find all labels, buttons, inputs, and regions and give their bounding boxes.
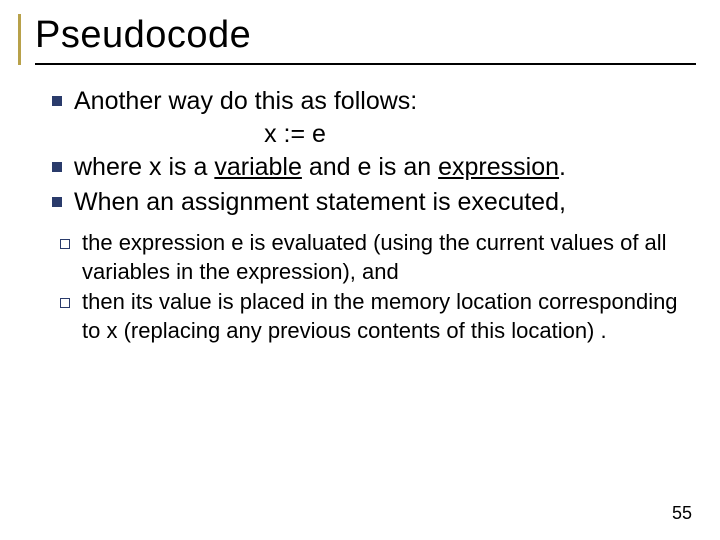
assignment-formula: x := e bbox=[24, 120, 696, 149]
text: . bbox=[559, 153, 566, 181]
bullet-item: Another way do this as follows: bbox=[52, 85, 696, 118]
bullet-item: When an assignment statement is executed… bbox=[52, 186, 696, 219]
variable-x: x bbox=[149, 153, 162, 181]
sub-bullet-item: then its value is placed in the memory l… bbox=[60, 288, 696, 345]
text: is a bbox=[162, 153, 215, 181]
sub-bullet-item: the expression e is evaluated (using the… bbox=[60, 229, 696, 286]
variable-e: e bbox=[358, 153, 372, 181]
bullet-list: Another way do this as follows: bbox=[24, 85, 696, 118]
text: and bbox=[302, 153, 358, 181]
bullet-list: where x is a variable and e is an expres… bbox=[24, 151, 696, 219]
underline-variable: variable bbox=[214, 153, 302, 181]
title-accent: Pseudocode bbox=[18, 14, 696, 65]
underline-expression: expression bbox=[438, 153, 559, 181]
text: is an bbox=[371, 153, 438, 181]
page-number: 55 bbox=[672, 503, 692, 524]
bullet-item: where x is a variable and e is an expres… bbox=[52, 151, 696, 184]
text: where bbox=[74, 153, 149, 181]
sub-bullet-list: the expression e is evaluated (using the… bbox=[24, 229, 696, 345]
slide-title: Pseudocode bbox=[35, 14, 696, 65]
slide: Pseudocode Another way do this as follow… bbox=[0, 0, 720, 540]
